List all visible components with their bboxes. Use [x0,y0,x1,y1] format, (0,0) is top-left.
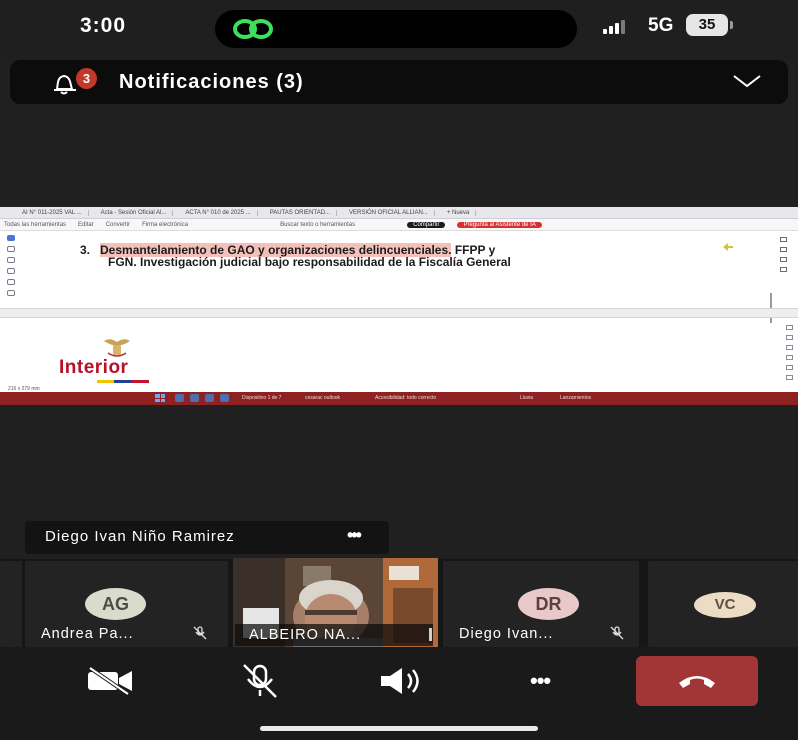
bell-icon [54,74,76,95]
video-name-label: ALBEIRO NA... [235,624,433,646]
mic-off-icon[interactable] [238,663,282,699]
dynamic-island[interactable] [215,10,577,48]
browser-tab: + Nueva [441,209,477,216]
toolbar-item: Convertir [105,221,131,228]
avatar: AG [85,588,146,620]
participant-name: Diego Ivan... [459,626,554,642]
toolbar-assistant: Pregunta al Asistente de IA [457,221,542,228]
toolbar-share: Compartir [407,221,446,228]
mic-off-icon [610,626,624,640]
notification-badge: 3 [76,68,97,89]
status-time: 3:00 [80,14,127,37]
active-speaker-name: Diego Ivan Niño Ramirez [45,528,235,545]
browser-tab-bar: AI N° 011-2025 VAL ... Acta - Sesión Ofi… [0,207,798,219]
active-speaker-pill[interactable]: Diego Ivan Niño Ramirez ••• [25,521,389,554]
pdf-zoom-tools [786,325,793,380]
notifications-banner[interactable]: 3 Notificaciones (3) [10,60,788,104]
signal-icon [603,18,625,34]
more-options-button[interactable]: ••• [530,668,551,694]
taskbar-item: Dispositivo 1 de 7 [242,395,282,401]
link-icon [233,19,273,39]
browser-tab: PAUTAS ORIENTAD... [264,209,338,216]
doc-line-2: FGN. Investigación judicial bajo respons… [108,255,511,269]
participant-tile[interactable]: AG Andrea Pa... [25,561,228,647]
camera-off-icon[interactable] [86,667,136,695]
taskbar-item: Lanzamientos [560,395,592,401]
toolbar-item: Todas las herramientas [4,221,67,228]
home-indicator[interactable] [260,726,538,731]
browser-tab: AI N° 011-2025 VAL ... [16,209,89,216]
taskbar-icons [175,394,229,402]
shared-screen: AI N° 011-2025 VAL ... Acta - Sesión Ofi… [0,207,798,405]
pdf-right-tools [780,237,787,272]
coat-of-arms-icon [104,339,130,357]
battery-tip [730,21,733,29]
video-label-bar [429,628,432,641]
status-bar: 3:00 5G 35 [0,0,798,60]
participant-name: Andrea Pa... [41,626,134,642]
chevron-down-icon[interactable] [732,72,762,90]
taskbar-item: Accesibilidad: todo correcto [375,395,437,401]
participant-tile[interactable]: VC [648,561,798,647]
cursor-icon [723,243,733,251]
browser-tab: Acta - Sesión Oficial Al... [95,209,174,216]
speaker-icon[interactable] [378,666,428,696]
flag-stripe [97,380,149,383]
network-type: 5G [648,15,674,36]
browser-tab: ACTA N° 010 de 2025 ... [179,209,258,216]
mic-off-icon [193,626,207,640]
pdf-left-tools [2,235,20,305]
ministry-logo-text: Interior [59,357,129,378]
toolbar-item: Firma electrónica [142,221,189,228]
taskbar-item: cesarac outlook [305,395,341,401]
more-options-icon[interactable]: ••• [347,525,362,546]
battery-icon: 35 [686,14,728,36]
participant-tile[interactable]: DR Diego Ivan... [443,561,639,647]
toolbar-search: Buscar texto o herramientas [280,221,356,228]
participant-name: ALBEIRO NA... [249,627,362,643]
windows-taskbar: Dispositivo 1 de 7 cesarac outlook Acces… [0,392,798,405]
end-call-button[interactable] [636,656,758,706]
pdf-toolbar: Todas las herramientas Editar Convertir … [0,219,798,231]
windows-start-icon [155,394,165,402]
page-break [0,308,798,318]
participant-tile-partial[interactable] [0,561,22,647]
avatar: DR [518,588,579,620]
toolbar-item: Editar [78,221,94,228]
taskbar-item: Lluvia [520,395,534,401]
hang-up-icon [679,676,715,688]
avatar: VC [694,592,756,618]
browser-tab: VERSIÓN OFICIAL ALLIAN... [343,209,435,216]
notifications-title: Notificaciones (3) [119,71,304,93]
